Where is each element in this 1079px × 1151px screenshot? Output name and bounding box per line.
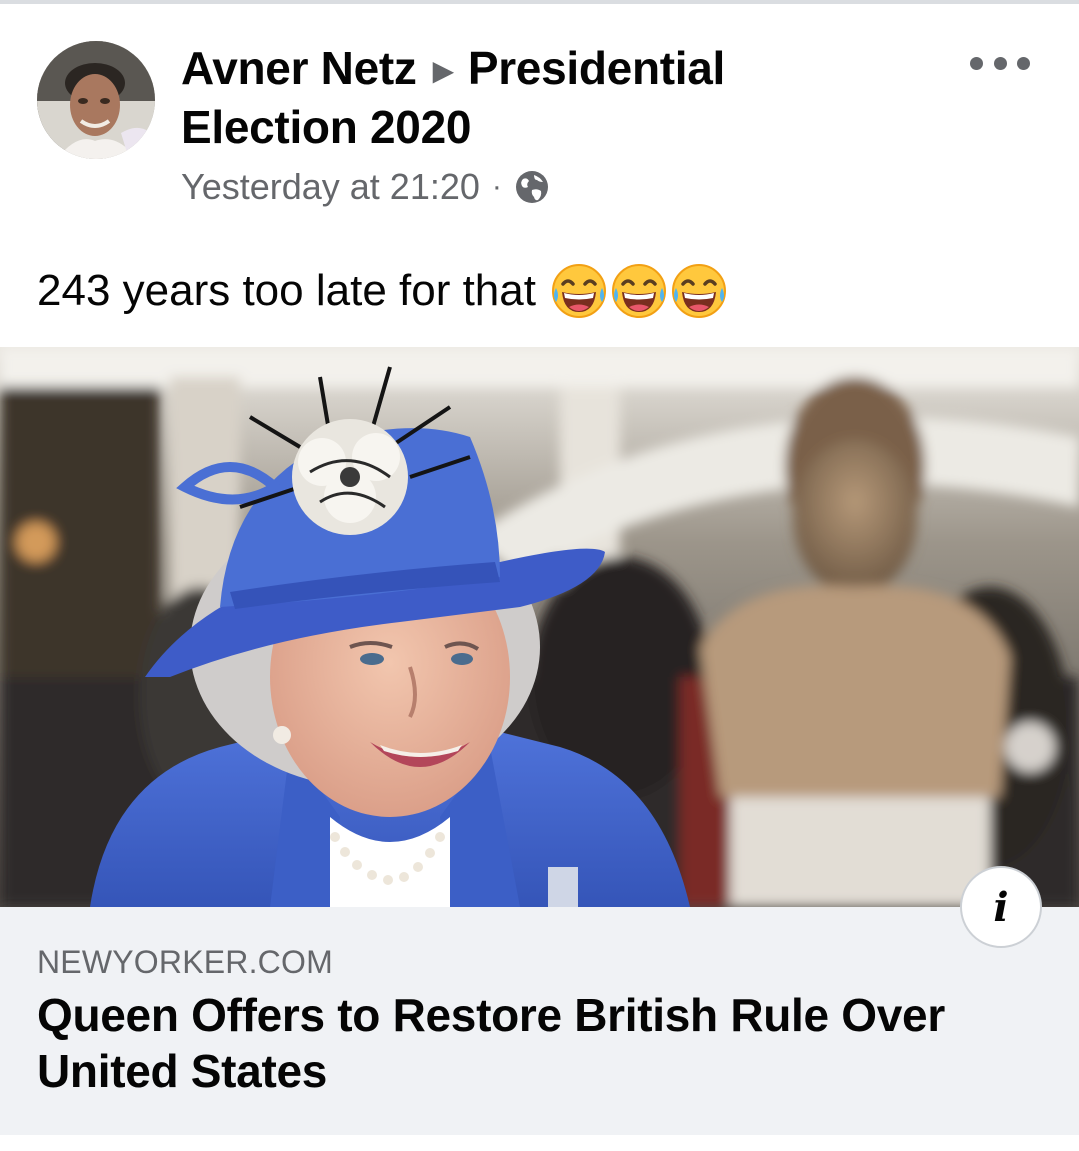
meta-separator: · — [491, 170, 502, 203]
more-options-button[interactable] — [970, 48, 1030, 78]
facebook-post: Avner Netz ▶ Presidential Election 2020 Ye… — [0, 0, 1079, 1151]
more-options-icon — [993, 56, 1007, 70]
emoji-group — [550, 262, 728, 320]
group-name-continued[interactable]: Election 2020 — [181, 101, 471, 153]
more-options-icon — [1017, 56, 1030, 70]
group-name[interactable]: Presidential — [468, 42, 725, 94]
laughing-emoji-icon — [611, 264, 666, 318]
link-preview-image[interactable] — [0, 347, 1079, 907]
divider — [0, 0, 1079, 4]
laughing-emoji-icon — [671, 264, 726, 318]
right-arrow-icon: ▶ — [432, 55, 455, 86]
avatar-photo — [37, 41, 155, 159]
post-text: 243 years too late for that — [37, 262, 728, 320]
post-timestamp[interactable]: Yesterday at 21:20 — [181, 166, 480, 208]
author-name[interactable]: Avner Netz — [181, 42, 417, 94]
laughing-emoji-icon — [551, 264, 606, 318]
info-button[interactable]: i — [960, 866, 1042, 948]
author-avatar[interactable] — [37, 41, 155, 159]
info-icon: i — [993, 883, 1009, 931]
more-options-icon — [970, 56, 983, 70]
post-header-title: Avner Netz ▶ Presidential Election 2020 — [181, 40, 821, 155]
link-headline[interactable]: Queen Offers to Restore British Rule Ove… — [37, 987, 997, 1099]
link-domain: NEWYORKER.COM — [37, 944, 333, 980]
queen-photo — [0, 347, 1079, 907]
post-meta: Yesterday at 21:20 · — [181, 164, 550, 210]
post-message: 243 years too late for that — [37, 266, 536, 315]
globe-icon[interactable] — [514, 169, 550, 205]
